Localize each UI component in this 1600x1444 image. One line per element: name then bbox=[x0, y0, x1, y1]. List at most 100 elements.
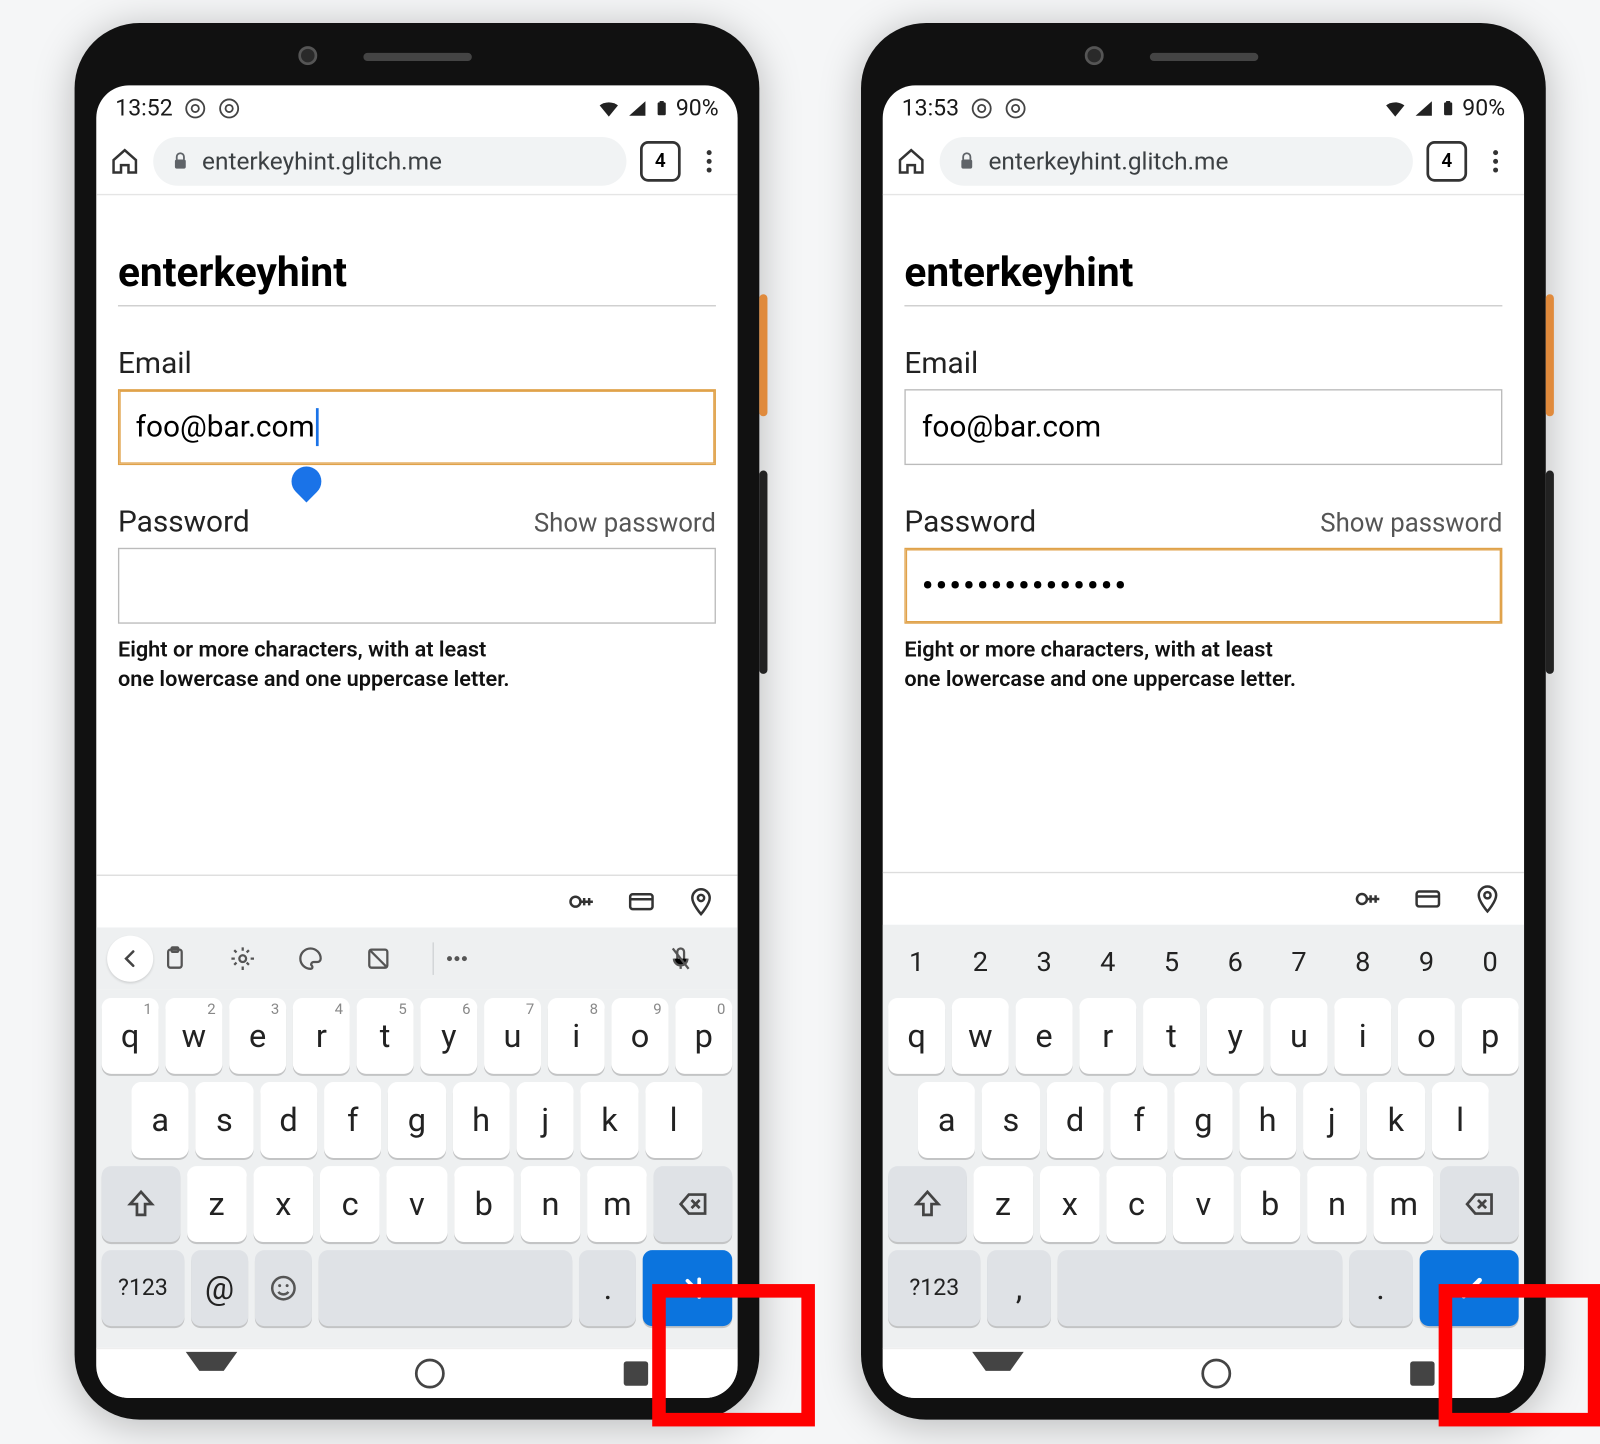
key-4[interactable]: 4 bbox=[1079, 933, 1136, 990]
key-backspace[interactable] bbox=[1441, 1166, 1519, 1242]
password-input[interactable]: ••••••••••••••• bbox=[904, 548, 1502, 624]
key-extra[interactable]: , bbox=[987, 1250, 1051, 1326]
key-t[interactable]: t bbox=[1143, 998, 1200, 1074]
key-3[interactable]: 3 bbox=[1016, 933, 1073, 990]
key-x[interactable]: x bbox=[253, 1166, 313, 1242]
key-n[interactable]: n bbox=[1307, 1166, 1367, 1242]
key-y[interactable]: y6 bbox=[420, 998, 477, 1074]
key-space[interactable] bbox=[1058, 1250, 1342, 1326]
key-v[interactable]: v bbox=[387, 1166, 447, 1242]
nav-recent-icon[interactable] bbox=[1410, 1361, 1434, 1385]
key-o[interactable]: o9 bbox=[612, 998, 669, 1074]
key-s[interactable]: s bbox=[982, 1082, 1039, 1158]
payment-card-icon[interactable] bbox=[626, 887, 656, 917]
key-c[interactable]: c bbox=[320, 1166, 380, 1242]
key-9[interactable]: 9 bbox=[1398, 933, 1455, 990]
key-shift[interactable] bbox=[102, 1166, 180, 1242]
payment-card-icon[interactable] bbox=[1413, 884, 1443, 914]
key-0[interactable]: 0 bbox=[1462, 933, 1519, 990]
key-w[interactable]: w2 bbox=[165, 998, 222, 1074]
address-bar[interactable]: enterkeyhint.glitch.me bbox=[940, 137, 1413, 186]
key-m[interactable]: m bbox=[1374, 1166, 1434, 1242]
nav-home-icon[interactable] bbox=[416, 1359, 446, 1389]
kb-more-icon[interactable] bbox=[442, 944, 502, 974]
address-pin-icon[interactable] bbox=[686, 887, 716, 917]
key-s[interactable]: s bbox=[196, 1082, 253, 1158]
tab-count[interactable]: 4 bbox=[640, 141, 681, 182]
key-j[interactable]: j bbox=[1303, 1082, 1360, 1158]
key-shift[interactable] bbox=[888, 1166, 966, 1242]
address-pin-icon[interactable] bbox=[1473, 884, 1503, 914]
key-7[interactable]: 7 bbox=[1271, 933, 1328, 990]
kb-collapse-icon[interactable] bbox=[107, 936, 153, 982]
key-z[interactable]: z bbox=[973, 1166, 1033, 1242]
key-a[interactable]: a bbox=[132, 1082, 189, 1158]
key-m[interactable]: m bbox=[587, 1166, 647, 1242]
key-d[interactable]: d bbox=[260, 1082, 317, 1158]
nav-home-icon[interactable] bbox=[1202, 1359, 1232, 1389]
email-input[interactable]: foo@bar.com bbox=[904, 389, 1502, 465]
overflow-menu-icon[interactable] bbox=[694, 146, 724, 176]
key-k[interactable]: k bbox=[581, 1082, 638, 1158]
key-t[interactable]: t5 bbox=[357, 998, 414, 1074]
overflow-menu-icon[interactable] bbox=[1481, 146, 1511, 176]
key-g[interactable]: g bbox=[388, 1082, 445, 1158]
nav-back-icon[interactable] bbox=[972, 1352, 1024, 1395]
key-d[interactable]: d bbox=[1046, 1082, 1103, 1158]
key-8[interactable]: 8 bbox=[1334, 933, 1391, 990]
key-z[interactable]: z bbox=[187, 1166, 247, 1242]
key-extra[interactable]: @ bbox=[191, 1250, 248, 1326]
key-e[interactable]: e bbox=[1016, 998, 1073, 1074]
show-password-toggle[interactable]: Show password bbox=[1320, 507, 1502, 538]
password-key-icon[interactable] bbox=[1353, 884, 1383, 914]
nav-back-icon[interactable] bbox=[186, 1352, 238, 1395]
home-icon[interactable] bbox=[110, 146, 140, 176]
key-q[interactable]: q1 bbox=[102, 998, 159, 1074]
password-key-icon[interactable] bbox=[567, 887, 597, 917]
key-h[interactable]: h bbox=[1239, 1082, 1296, 1158]
key-l[interactable]: l bbox=[1431, 1082, 1488, 1158]
key-2[interactable]: 2 bbox=[952, 933, 1009, 990]
key-h[interactable]: h bbox=[452, 1082, 509, 1158]
key-i[interactable]: i bbox=[1334, 998, 1391, 1074]
key-c[interactable]: c bbox=[1107, 1166, 1167, 1242]
kb-settings-icon[interactable] bbox=[229, 945, 289, 972]
nav-recent-icon[interactable] bbox=[624, 1361, 648, 1385]
kb-clipboard-icon[interactable] bbox=[161, 945, 221, 972]
tab-count[interactable]: 4 bbox=[1426, 141, 1467, 182]
key-v[interactable]: v bbox=[1173, 1166, 1233, 1242]
key-p[interactable]: p0 bbox=[675, 998, 732, 1074]
key-6[interactable]: 6 bbox=[1207, 933, 1264, 990]
key-b[interactable]: b bbox=[1240, 1166, 1300, 1242]
password-input[interactable] bbox=[118, 548, 716, 624]
key-e[interactable]: e3 bbox=[229, 998, 286, 1074]
key-w[interactable]: w bbox=[952, 998, 1009, 1074]
address-bar[interactable]: enterkeyhint.glitch.me bbox=[153, 137, 626, 186]
key-x[interactable]: x bbox=[1040, 1166, 1100, 1242]
key-f[interactable]: f bbox=[1111, 1082, 1168, 1158]
kb-theme-icon[interactable] bbox=[297, 945, 357, 972]
key-u[interactable]: u7 bbox=[484, 998, 541, 1074]
key-b[interactable]: b bbox=[454, 1166, 514, 1242]
kb-mic-off-icon[interactable] bbox=[667, 945, 727, 972]
home-icon[interactable] bbox=[896, 146, 926, 176]
email-input[interactable]: foo@bar.com bbox=[118, 389, 716, 465]
key-r[interactable]: r4 bbox=[293, 998, 350, 1074]
key-symbols[interactable]: ?123 bbox=[888, 1250, 980, 1326]
key-i[interactable]: i8 bbox=[548, 998, 605, 1074]
key-period[interactable]: . bbox=[579, 1250, 636, 1326]
key-y[interactable]: y bbox=[1207, 998, 1264, 1074]
key-j[interactable]: j bbox=[517, 1082, 574, 1158]
key-5[interactable]: 5 bbox=[1143, 933, 1200, 990]
key-space[interactable] bbox=[319, 1250, 573, 1326]
key-symbols[interactable]: ?123 bbox=[102, 1250, 185, 1326]
show-password-toggle[interactable]: Show password bbox=[534, 507, 716, 538]
key-p[interactable]: p bbox=[1462, 998, 1519, 1074]
key-l[interactable]: l bbox=[645, 1082, 702, 1158]
key-backspace[interactable] bbox=[654, 1166, 732, 1242]
key-k[interactable]: k bbox=[1367, 1082, 1424, 1158]
key-u[interactable]: u bbox=[1271, 998, 1328, 1074]
key-f[interactable]: f bbox=[324, 1082, 381, 1158]
key-o[interactable]: o bbox=[1398, 998, 1455, 1074]
key-period[interactable]: . bbox=[1349, 1250, 1413, 1326]
